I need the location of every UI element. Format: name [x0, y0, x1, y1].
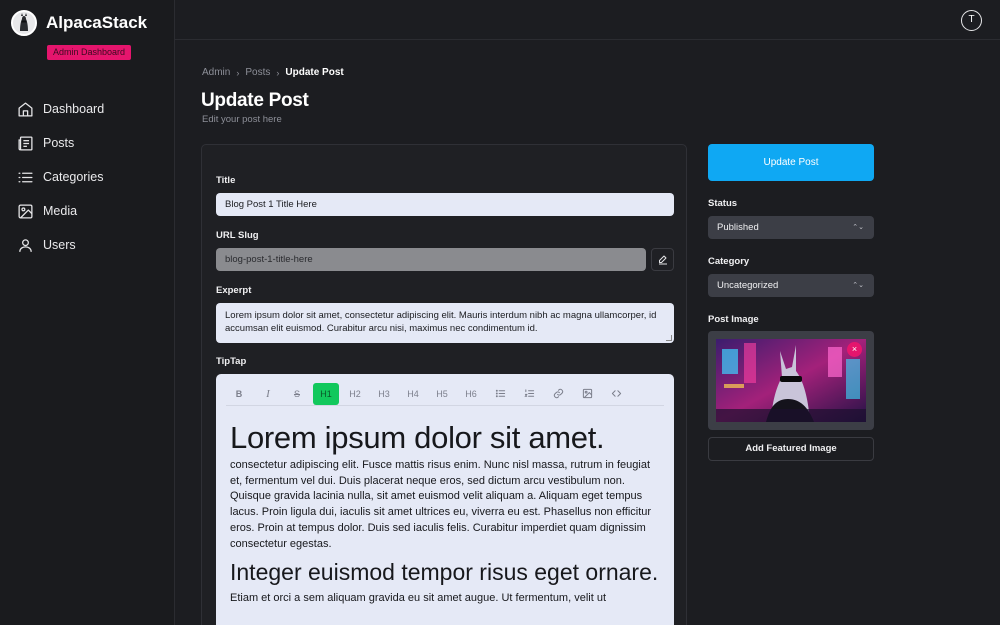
newspaper-icon [18, 135, 33, 151]
editor-heading-1: Lorem ipsum dolor sit amet. [230, 420, 605, 455]
ordered-list-icon [523, 389, 534, 397]
image-icon [18, 203, 33, 219]
heading1-icon: H1 [320, 388, 332, 399]
heading6-icon: H6 [465, 388, 477, 399]
link-button[interactable] [545, 383, 571, 405]
edit-icon [658, 255, 667, 264]
code-icon [611, 390, 621, 397]
editor-paragraph: Etiam et orci a sem aliquam gravida eu s… [230, 592, 606, 605]
chevron-right-icon: › [236, 67, 240, 78]
sidebar-item-label: Posts [43, 136, 75, 150]
sidebar-item-label: Users [43, 238, 76, 252]
heading3-icon: H3 [378, 388, 390, 399]
alpaca-logo-icon [11, 10, 37, 36]
heading2-icon: H2 [349, 388, 361, 399]
editor-paragraph: consectetur adipiscing elit. Fusce matti… [230, 459, 652, 550]
category-value: Uncategorized [717, 280, 779, 291]
heading4-button[interactable]: H4 [400, 383, 426, 405]
strikethrough-icon: S [293, 388, 300, 399]
title-label: Title [216, 175, 236, 186]
category-select[interactable]: Uncategorized ⌃⌄ [708, 274, 874, 297]
tiptap-editor[interactable]: B I S H1 H2 H3 H4 H5 H6 Lorem ipsum dolo… [216, 374, 674, 625]
chevron-right-icon: › [276, 67, 280, 78]
link-icon [553, 388, 563, 399]
editor-toolbar: B I S H1 H2 H3 H4 H5 H6 [226, 382, 664, 406]
featured-image [716, 339, 866, 422]
update-post-button[interactable]: Update Post [708, 144, 874, 181]
breadcrumb-current: Update Post [285, 67, 344, 78]
sidebar-item-label: Categories [43, 170, 104, 184]
strike-button[interactable]: S [284, 383, 310, 405]
status-label: Status [708, 198, 738, 209]
tiptap-label: TipTap [216, 356, 247, 367]
excerpt-label: Experpt [216, 285, 252, 296]
sidebar-nav: Dashboard Posts Categories Media Users [17, 92, 104, 262]
heading4-icon: H4 [407, 388, 419, 399]
breadcrumb-item-posts[interactable]: Posts [245, 67, 270, 78]
list-icon [18, 172, 33, 182]
sidebar: AlpacaStack Admin Dashboard Dashboard Po… [0, 0, 175, 625]
ordered-list-button[interactable] [516, 383, 542, 405]
bold-icon: B [235, 388, 243, 399]
bullet-list-icon [495, 389, 505, 398]
image-button[interactable] [574, 383, 600, 405]
excerpt-text: Lorem ipsum dolor sit amet, consectetur … [225, 310, 657, 334]
category-label: Category [708, 256, 750, 267]
post-image-label: Post Image [708, 314, 759, 325]
slug-label: URL Slug [216, 230, 259, 241]
heading5-button[interactable]: H5 [429, 383, 455, 405]
slug-input[interactable]: blog-post-1-title-here [216, 248, 646, 271]
editor-content[interactable]: Lorem ipsum dolor sit amet. consectetur … [230, 420, 660, 614]
chevron-up-down-icon: ⌃⌄ [852, 224, 864, 231]
heading2-button[interactable]: H2 [342, 383, 368, 405]
admin-dashboard-badge: Admin Dashboard [47, 45, 132, 60]
breadcrumb-item-admin[interactable]: Admin [202, 67, 230, 78]
sidebar-item-categories[interactable]: Categories [17, 160, 104, 194]
breadcrumb: Admin › Posts › Update Post [202, 67, 344, 78]
post-form-card: Title Blog Post 1 Title Here URL Slug bl… [201, 144, 687, 625]
user-avatar[interactable]: T [961, 10, 982, 31]
heading6-button[interactable]: H6 [458, 383, 484, 405]
bold-button[interactable]: B [226, 383, 252, 405]
status-value: Published [717, 222, 759, 233]
sidebar-item-users[interactable]: Users [17, 228, 104, 262]
brand-name: AlpacaStack [46, 13, 148, 32]
sidebar-item-label: Dashboard [43, 102, 105, 116]
sidebar-item-dashboard[interactable]: Dashboard [17, 92, 104, 126]
heading3-button[interactable]: H3 [371, 383, 397, 405]
home-icon [18, 101, 33, 117]
sidebar-item-media[interactable]: Media [17, 194, 104, 228]
user-icon [19, 238, 32, 252]
page-title: Update Post [201, 90, 309, 111]
title-input[interactable]: Blog Post 1 Title Here [216, 193, 674, 216]
topbar: T [175, 0, 1000, 40]
status-select[interactable]: Published ⌃⌄ [708, 216, 874, 239]
bullet-list-button[interactable] [487, 383, 513, 405]
add-featured-image-button[interactable]: Add Featured Image [708, 437, 874, 461]
remove-image-button[interactable]: × [847, 342, 862, 357]
code-button[interactable] [603, 383, 629, 405]
excerpt-textarea[interactable]: Lorem ipsum dolor sit amet, consectetur … [216, 303, 674, 343]
page-subtitle: Edit your post here [202, 114, 282, 125]
italic-button[interactable]: I [255, 383, 281, 405]
image-icon [582, 388, 592, 399]
sidebar-item-label: Media [43, 204, 78, 218]
heading1-button[interactable]: H1 [313, 382, 339, 405]
editor-heading-2: Integer euismod tempor risus eget ornare… [230, 559, 659, 586]
chevron-up-down-icon: ⌃⌄ [852, 282, 864, 289]
brand[interactable]: AlpacaStack [11, 10, 147, 36]
resize-handle[interactable] [666, 335, 672, 341]
italic-icon: I [266, 387, 270, 400]
heading5-icon: H5 [436, 388, 448, 399]
sidebar-item-posts[interactable]: Posts [17, 126, 104, 160]
edit-slug-button[interactable] [651, 248, 674, 271]
